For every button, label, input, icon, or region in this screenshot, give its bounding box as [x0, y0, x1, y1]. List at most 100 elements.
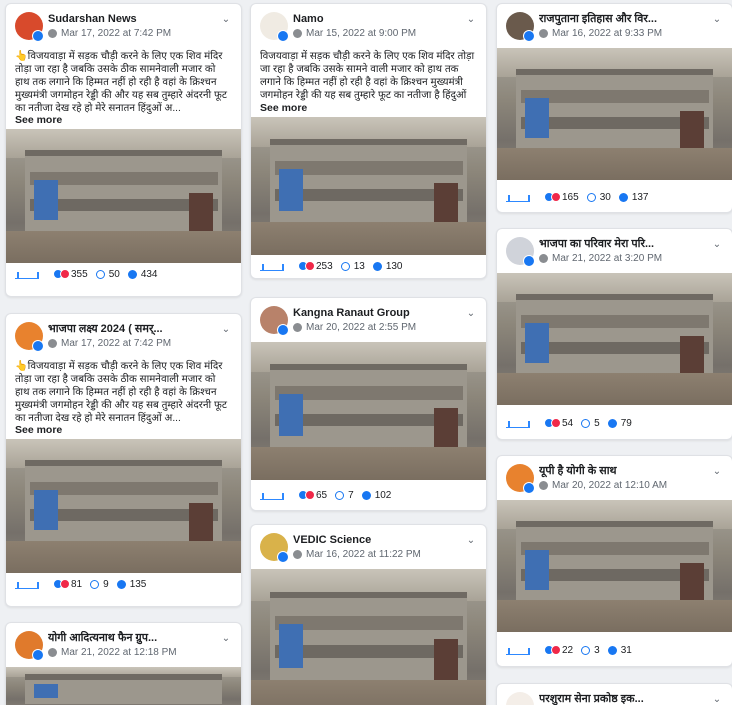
post-photo[interactable]: [251, 569, 486, 705]
post-photo[interactable]: [6, 439, 241, 573]
reactions-count[interactable]: 355: [53, 269, 88, 280]
globe-icon: [293, 550, 302, 559]
shares-count[interactable]: 79: [607, 418, 632, 429]
post-text: 👆विजयवाड़ा में सड़क चौड़ी करने के लिए एक…: [15, 361, 228, 424]
post-photo[interactable]: [497, 48, 732, 180]
chevron-down-icon[interactable]: ⌄: [711, 466, 723, 478]
post-stats: 253 13 130: [251, 255, 486, 277]
page-avatar[interactable]: [506, 692, 534, 705]
chevron-down-icon[interactable]: ⌄: [220, 324, 232, 336]
profile-badge-icon: [523, 255, 535, 267]
comment-icon: [95, 269, 105, 279]
reactions-count[interactable]: 22: [544, 645, 573, 656]
shares-count[interactable]: 102: [361, 490, 391, 501]
reactions-count[interactable]: 54: [544, 418, 573, 429]
chevron-down-icon[interactable]: ⌄: [465, 535, 477, 547]
sparkline-icon: [506, 645, 530, 655]
reactions-count[interactable]: 81: [53, 579, 82, 590]
see-more-link[interactable]: See more: [6, 424, 241, 439]
comment-icon: [340, 261, 350, 271]
shares-count[interactable]: 130: [372, 261, 403, 272]
chevron-down-icon[interactable]: ⌄: [220, 14, 232, 26]
post-card[interactable]: Namo Mar 15, 2022 at 9:00 PM ⌄ विजयवाड़ा…: [250, 3, 487, 279]
page-name[interactable]: परशुराम सेना प्रकोष्ठ इक...: [539, 692, 704, 705]
comments-count[interactable]: 30: [586, 192, 611, 203]
share-icon: [607, 418, 617, 428]
post-time[interactable]: Mar 21, 2022 at 3:20 PM: [552, 253, 662, 264]
page-name[interactable]: VEDIC Science: [293, 533, 458, 547]
page-name[interactable]: भाजपा का परिवार मेरा परि...: [539, 237, 704, 251]
post-time[interactable]: Mar 20, 2022 at 2:55 PM: [306, 322, 416, 333]
post-card[interactable]: Kangna Ranaut Group Mar 20, 2022 at 2:55…: [250, 297, 487, 511]
profile-badge-icon: [523, 482, 535, 494]
comments-count[interactable]: 7: [335, 490, 354, 501]
chevron-down-icon[interactable]: ⌄: [465, 14, 477, 26]
post-time[interactable]: Mar 17, 2022 at 7:42 PM: [61, 338, 171, 349]
globe-icon: [539, 481, 548, 490]
shares-count[interactable]: 434: [127, 269, 158, 280]
post-photo[interactable]: [6, 129, 241, 263]
post-meta: Mar 20, 2022 at 12:10 AM: [539, 480, 704, 491]
globe-icon: [293, 29, 302, 38]
see-more-link[interactable]: See more: [6, 114, 241, 129]
sparkline-icon: [15, 579, 39, 589]
reactions-count[interactable]: 253: [298, 261, 333, 272]
post-text: विजयवाड़ा में सड़क चौड़ी करने के लिए एक …: [260, 51, 475, 101]
post-photo[interactable]: [6, 667, 241, 705]
page-name[interactable]: भाजपा लक्ष्य 2024 ( समर्...: [48, 322, 213, 336]
post-stats: 22 3 31: [497, 639, 732, 661]
post-time[interactable]: Mar 16, 2022 at 11:22 PM: [306, 549, 421, 560]
comments-count[interactable]: 50: [95, 269, 120, 280]
post-card[interactable]: योगी आदित्यनाथ फैन ग्रुप... Mar 21, 2022…: [5, 622, 242, 705]
post-time[interactable]: Mar 20, 2022 at 12:10 AM: [552, 480, 667, 491]
sparkline-icon: [260, 490, 284, 500]
sparkline-icon: [260, 261, 284, 271]
comments-count[interactable]: 13: [340, 261, 365, 272]
post-header: Sudarshan News Mar 17, 2022 at 7:42 PM ⌄: [6, 4, 241, 48]
post-meta: Mar 16, 2022 at 11:22 PM: [293, 549, 458, 560]
post-meta: Mar 15, 2022 at 9:00 PM: [293, 28, 458, 39]
post-card[interactable]: VEDIC Science Mar 16, 2022 at 11:22 PM ⌄: [250, 524, 487, 705]
post-time[interactable]: Mar 15, 2022 at 9:00 PM: [306, 28, 416, 39]
share-icon: [372, 261, 382, 271]
page-name[interactable]: Sudarshan News: [48, 12, 213, 26]
chevron-down-icon[interactable]: ⌄: [711, 239, 723, 251]
post-header: योगी आदित्यनाथ फैन ग्रुप... Mar 21, 2022…: [6, 623, 241, 667]
post-card[interactable]: भाजपा का परिवार मेरा परि... Mar 21, 2022…: [496, 228, 732, 440]
post-photo[interactable]: [251, 342, 486, 480]
post-card[interactable]: Sudarshan News Mar 17, 2022 at 7:42 PM ⌄…: [5, 3, 242, 297]
comments-count[interactable]: 5: [581, 418, 600, 429]
see-more-link[interactable]: See more: [251, 102, 486, 117]
sparkline-icon: [506, 418, 530, 428]
post-time[interactable]: Mar 17, 2022 at 7:42 PM: [61, 28, 171, 39]
post-time[interactable]: Mar 16, 2022 at 9:33 PM: [552, 28, 662, 39]
post-card[interactable]: यूपी है योगी के साथ Mar 20, 2022 at 12:1…: [496, 455, 732, 667]
shares-count[interactable]: 137: [618, 192, 649, 203]
chevron-down-icon[interactable]: ⌄: [220, 633, 232, 645]
reactions-count[interactable]: 165: [544, 192, 579, 203]
post-photo[interactable]: [251, 117, 486, 255]
post-photo[interactable]: [497, 273, 732, 405]
post-card[interactable]: भाजपा लक्ष्य 2024 ( समर्... Mar 17, 2022…: [5, 313, 242, 607]
chevron-down-icon[interactable]: ⌄: [465, 308, 477, 320]
page-name[interactable]: यूपी है योगी के साथ: [539, 464, 704, 478]
comments-count[interactable]: 3: [581, 645, 600, 656]
post-card[interactable]: राजपुताना इतिहास और विर... Mar 16, 2022 …: [496, 3, 732, 213]
page-name[interactable]: Kangna Ranaut Group: [293, 306, 458, 320]
post-photo[interactable]: [497, 500, 732, 632]
shares-count[interactable]: 31: [607, 645, 632, 656]
post-meta: Mar 20, 2022 at 2:55 PM: [293, 322, 458, 333]
comments-count[interactable]: 9: [90, 579, 109, 590]
page-name[interactable]: Namo: [293, 12, 458, 26]
chevron-down-icon[interactable]: ⌄: [711, 14, 723, 26]
globe-icon: [293, 323, 302, 332]
reactions-count[interactable]: 65: [298, 490, 327, 501]
page-name[interactable]: राजपुताना इतिहास और विर...: [539, 12, 704, 26]
post-stats: 54 5 79: [497, 412, 732, 434]
page-name[interactable]: योगी आदित्यनाथ फैन ग्रुप...: [48, 631, 213, 645]
post-card[interactable]: परशुराम सेना प्रकोष्ठ इक... ⌄: [496, 683, 732, 705]
chevron-down-icon[interactable]: ⌄: [711, 694, 723, 705]
share-icon: [116, 579, 126, 589]
post-time[interactable]: Mar 21, 2022 at 12:18 PM: [61, 647, 177, 658]
shares-count[interactable]: 135: [116, 579, 146, 590]
